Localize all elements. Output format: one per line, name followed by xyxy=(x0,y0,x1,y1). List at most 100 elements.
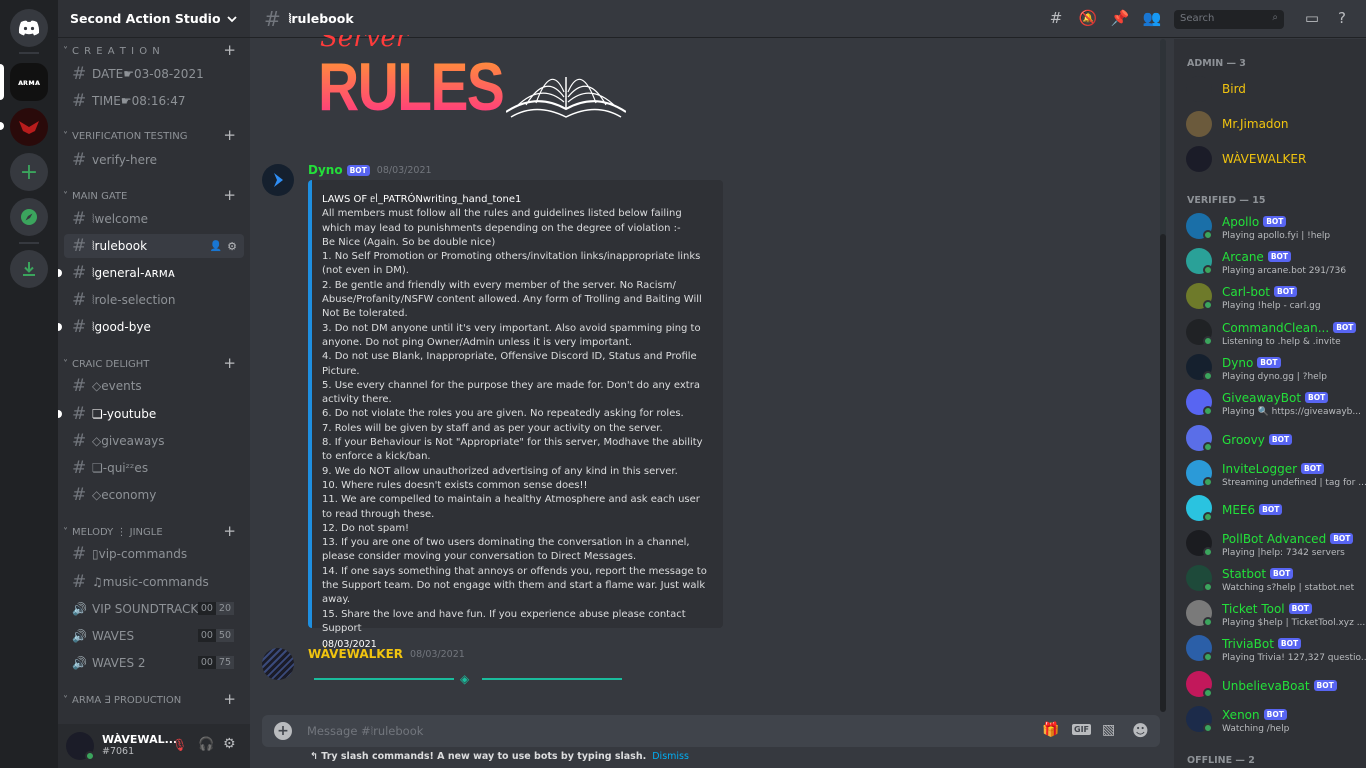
member-item[interactable]: TriviaBot BOT Playing Trivia! 127,327 ques… xyxy=(1186,632,1366,664)
member-item[interactable]: Arcane BOT Playing arcane.bot 291/736 xyxy=(1186,245,1346,277)
user-limit-badge: 00 50 xyxy=(197,629,234,642)
member-item[interactable]: Mr.Jimadon xyxy=(1186,108,1288,140)
add-server-icon[interactable]: + xyxy=(10,153,48,191)
channel-time[interactable]: # TIME☛08:16:47 xyxy=(64,89,244,113)
add-channel-icon[interactable]: + xyxy=(223,354,236,372)
message-author[interactable]: WÀVEWALKER xyxy=(308,647,403,661)
category-melody-jingle[interactable]: ˅ MELODY ⋮ JINGLE + xyxy=(58,522,250,540)
avatar[interactable] xyxy=(262,648,294,680)
member-activity: Playing arcane.bot 291/736 xyxy=(1222,266,1347,276)
invite-icon[interactable]: 👤 xyxy=(210,241,222,252)
gif-button[interactable]: GIF xyxy=(1072,724,1092,735)
bot-badge: BOT xyxy=(1257,357,1281,368)
gear-icon[interactable]: ⚙ xyxy=(227,240,237,253)
rules-embed: LAWS OF ᥱᥣ_PATRÓNwriting_hand_tone1 All … xyxy=(308,180,723,650)
channel-youtube[interactable]: # ❏-youtube xyxy=(58,402,244,426)
member-item[interactable]: Ticket Tool BOT Playing $help | TicketTool… xyxy=(1186,597,1365,629)
emoji-icon[interactable]: ☻ xyxy=(1132,721,1149,740)
voice-channel-vip-soundtrack[interactable]: 🔊 VIP SOUNDTRACK 00 20 xyxy=(64,597,244,621)
member-info: InviteLogger BOT Streaming undefined | tag… xyxy=(1222,458,1366,488)
channel-giveaways[interactable]: # ◇giveaways xyxy=(64,429,244,453)
add-channel-icon[interactable]: + xyxy=(223,522,236,540)
embed-title: LAWS OF ᥱᥣ_PATRÓNwriting_hand_tone1 xyxy=(322,194,522,205)
voice-channel-waves-2[interactable]: 🔊 WAVES 2 00 75 xyxy=(64,651,244,675)
channel-role-selection[interactable]: # ⦚role-selection xyxy=(64,288,244,312)
sticker-icon[interactable]: ▧ xyxy=(1102,722,1115,738)
hash-icon: # xyxy=(72,404,87,424)
download-apps-icon[interactable] xyxy=(10,250,48,288)
notification-bell-icon[interactable]: 🔕 xyxy=(1078,9,1098,29)
headphones-icon[interactable]: 🎧 xyxy=(198,737,214,752)
member-name: Bird xyxy=(1222,82,1246,96)
inbox-icon[interactable]: ▭ xyxy=(1302,9,1322,29)
bot-badge: BOT xyxy=(1288,603,1312,614)
member-name-line: Ticket Tool BOT xyxy=(1222,598,1365,617)
category-main-gate[interactable]: ˅ MAIN GATE + xyxy=(58,186,250,204)
channel-music-commands[interactable]: # ♫music-commands xyxy=(64,570,244,594)
unread-dot xyxy=(58,323,62,331)
explore-servers-icon[interactable] xyxy=(10,198,48,236)
search-input[interactable]: Search ⌕ xyxy=(1174,10,1284,29)
member-item[interactable]: WÀVEWALKER xyxy=(1186,143,1306,175)
member-item[interactable]: Apollo BOT Playing apollo.fyi | !help xyxy=(1186,210,1330,242)
dismiss-link[interactable]: Dismiss xyxy=(652,751,689,762)
member-item[interactable]: MEE6 BOT xyxy=(1186,492,1283,524)
add-channel-icon[interactable]: + xyxy=(223,41,236,59)
member-list-icon[interactable]: 👥 xyxy=(1142,9,1162,29)
category-arma-production[interactable]: ˅ ARMA ∃ PRODUCTION + xyxy=(58,690,250,708)
pin-icon[interactable]: 📌 xyxy=(1110,9,1130,29)
category-creation[interactable]: ˅ C R E A T I O N + xyxy=(58,41,250,59)
server-header[interactable]: Second Action Studio xyxy=(58,0,250,38)
member-item[interactable]: CommandClean... BOT Listening to .help & .… xyxy=(1186,316,1357,348)
channel-economy[interactable]: # ◇economy xyxy=(64,483,244,507)
server-red-emblem-icon[interactable] xyxy=(10,108,48,146)
scrollbar-thumb[interactable] xyxy=(1160,234,1166,712)
category-verification[interactable]: ˅ VERIFICATION TESTING + xyxy=(58,126,250,144)
embed-rule-line: 9. We do NOT allow unauthorized advertis… xyxy=(322,465,678,477)
server-arma-icon[interactable]: ᴀʀᴍᴀ xyxy=(10,63,48,101)
add-channel-icon[interactable]: + xyxy=(223,690,236,708)
member-item[interactable]: UnbelievaBoat BOT xyxy=(1186,668,1337,700)
channel-general[interactable]: # ⦚general-ᴀʀᴍᴀ xyxy=(58,261,244,285)
channel-date[interactable]: # DATE☛03-08-2021 xyxy=(64,62,244,86)
member-name: Dyno xyxy=(1222,356,1254,370)
member-item[interactable]: Bird xyxy=(1186,73,1246,105)
avatar[interactable] xyxy=(262,164,294,196)
threads-icon[interactable]: # xyxy=(1046,9,1066,29)
avatar xyxy=(1186,283,1213,310)
member-item[interactable]: PollBot Advanced BOT Playing |help: 7342 s… xyxy=(1186,527,1354,559)
mic-muted-icon[interactable]: 🎙 xyxy=(172,738,187,752)
member-item[interactable]: Groovy BOT xyxy=(1186,422,1293,454)
channel-events[interactable]: # ◇events xyxy=(64,374,244,398)
avatar[interactable] xyxy=(66,732,95,761)
member-item[interactable]: Dyno BOT Playing dyno.gg | ?help xyxy=(1186,351,1327,383)
category-craic-delight[interactable]: ˅ CRAIC DELIGHT + xyxy=(58,354,250,372)
discord-home-icon[interactable] xyxy=(10,9,48,47)
settings-gear-icon[interactable]: ⚙ xyxy=(223,736,236,752)
channel-welcome[interactable]: # ⦚welcome xyxy=(64,207,244,231)
member-name: Ticket Tool xyxy=(1222,602,1285,616)
channel-quizzes[interactable]: # ❏-quiᶻᶻes xyxy=(64,456,244,480)
voice-channel-waves[interactable]: 🔊 WAVES 00 50 xyxy=(64,624,244,648)
hash-icon: # xyxy=(72,64,87,84)
add-channel-icon[interactable]: + xyxy=(223,186,236,204)
member-item[interactable]: Statbot BOT Watching s?help | statbot.net xyxy=(1186,562,1354,594)
message-author[interactable]: Dyno xyxy=(308,163,343,177)
help-icon[interactable]: ? xyxy=(1332,9,1352,29)
channel-verify-here[interactable]: # verify-here xyxy=(64,148,244,172)
add-channel-icon[interactable]: + xyxy=(223,126,236,144)
scrollbar-track[interactable] xyxy=(1160,39,1166,712)
message-header: Dyno BOT 08/03/2021 xyxy=(308,163,432,177)
attach-plus-icon[interactable]: + xyxy=(274,722,292,740)
gift-icon[interactable]: 🎁 xyxy=(1042,722,1059,738)
channel-rulebook[interactable]: # ⦚rulebook 👤 ⚙ xyxy=(64,234,244,258)
member-item[interactable]: InviteLogger BOT Streaming undefined | tag… xyxy=(1186,457,1366,489)
channel-vip-commands[interactable]: # ▯vip-commands xyxy=(64,542,244,566)
diamond-icon: ◈ xyxy=(460,672,470,686)
member-item[interactable]: Xenon BOT Watching /help xyxy=(1186,703,1289,735)
channel-good-bye[interactable]: # ⦚good-bye xyxy=(58,315,244,339)
message-input[interactable]: Message #⦚rulebook xyxy=(307,724,423,739)
member-item[interactable]: GiveawayBot BOT Playing 🔍 https://giveaway… xyxy=(1186,386,1361,418)
member-item[interactable]: Carl-bot BOT Playing !help - carl.gg xyxy=(1186,280,1321,312)
online-status-icon xyxy=(1203,547,1213,557)
